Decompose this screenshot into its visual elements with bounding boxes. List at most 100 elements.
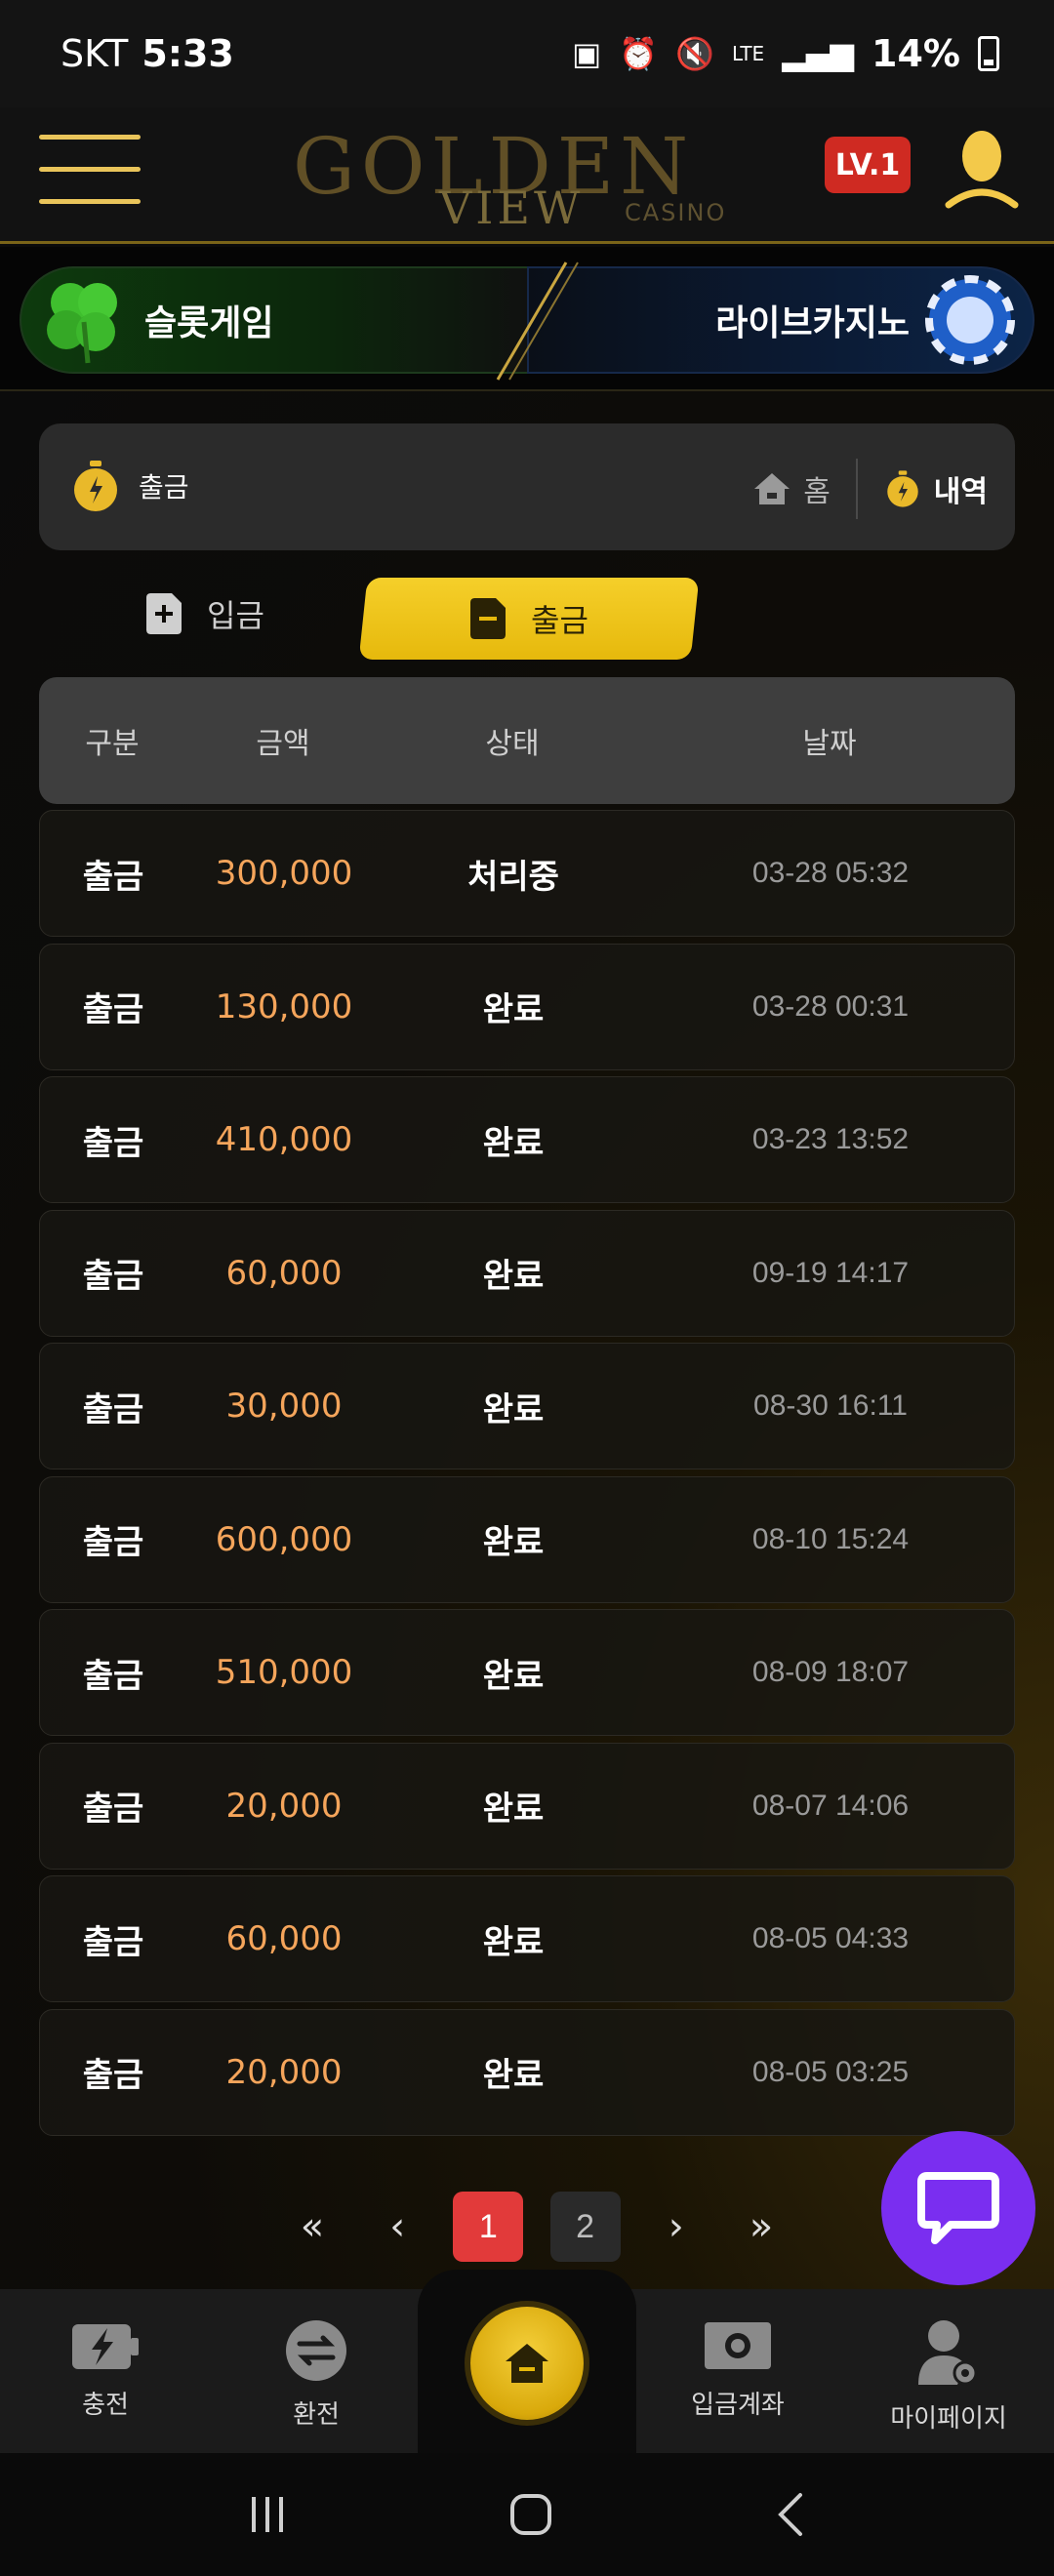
table-row: 출금 60,000 완료 08-05 04:33	[39, 1875, 1015, 2002]
carrier: SKT	[61, 32, 129, 75]
row-amount: 130,000	[215, 986, 353, 1026]
nav-mypage[interactable]: 마이페이지	[871, 2318, 1027, 2435]
header-type: 구분	[85, 727, 140, 761]
game-category-banner: 슬롯게임 라이브카지노	[0, 247, 1054, 391]
sync-icon: ▣	[572, 35, 602, 72]
user-profile-icon[interactable]	[945, 129, 1019, 219]
exchange-arrows-icon	[286, 2320, 346, 2381]
table-row: 출금 300,000 처리중 03-28 05:32	[39, 810, 1015, 937]
menu-icon[interactable]	[39, 135, 141, 205]
table-row: 출금 130,000 완료 03-28 00:31	[39, 943, 1015, 1070]
nav-deposit-account-label: 입금계좌	[691, 2391, 785, 2420]
next-page-button[interactable]: ›	[647, 2192, 706, 2262]
row-date: 09-19 14:17	[751, 1256, 910, 1289]
row-status: 완료	[482, 1922, 545, 1962]
table-row: 출금 600,000 완료 08-10 15:24	[39, 1475, 1015, 1603]
signal-icon: ▂▄▆	[782, 35, 855, 72]
row-status: 완료	[482, 1790, 545, 1829]
header-status: 상태	[485, 727, 540, 761]
header-amount: 금액	[256, 727, 310, 761]
nav-deposit-account[interactable]: 입금계좌	[660, 2318, 816, 2435]
table-row: 출금 510,000 완료 08-09 18:07	[39, 1609, 1015, 1736]
user-settings-icon	[918, 2320, 978, 2386]
page-1-button[interactable]: 1	[453, 2192, 524, 2262]
charge-battery-icon	[72, 2324, 139, 2369]
banner-divider	[496, 262, 579, 381]
breadcrumb-home-link[interactable]: 홈	[803, 467, 831, 510]
row-type: 출금	[82, 1790, 144, 1829]
row-amount: 30,000	[225, 1387, 343, 1426]
row-amount: 300,000	[215, 854, 353, 893]
first-page-button[interactable]: «	[283, 2192, 342, 2262]
row-amount: 20,000	[225, 1786, 343, 1826]
tab-withdraw[interactable]: 출금	[358, 578, 700, 660]
row-amount: 60,000	[225, 1919, 343, 1958]
row-type: 출금	[82, 1389, 144, 1429]
pagination: « ‹ 1 2 › »	[283, 2192, 790, 2262]
page-title: 출금	[139, 471, 189, 503]
header-date: 날짜	[802, 727, 857, 761]
row-type: 출금	[82, 1123, 144, 1163]
row-type: 출금	[82, 2056, 144, 2095]
slot-game-label: 슬롯게임	[144, 303, 274, 343]
row-status: 완료	[482, 1656, 545, 1696]
withdrawal-list: 출금 300,000 처리중 03-28 05:32 출금 130,000 완료…	[39, 810, 1015, 2142]
app-header: GOLDEN VIEW CASINO LV.1	[0, 107, 1054, 244]
home-button[interactable]	[470, 2307, 584, 2420]
mute-icon: 🔇	[675, 35, 714, 72]
breadcrumb-history-link[interactable]: 내역	[934, 467, 988, 510]
row-status: 완료	[482, 1389, 545, 1429]
table-row: 출금 30,000 완료 08-30 16:11	[39, 1343, 1015, 1469]
row-date: 08-05 04:33	[751, 1922, 910, 1954]
prev-page-button[interactable]: ‹	[368, 2192, 426, 2262]
breadcrumb: 출금 홈 내역	[39, 423, 1015, 550]
row-date: 08-10 15:24	[751, 1522, 910, 1555]
minus-document-icon	[469, 598, 506, 639]
row-amount: 600,000	[215, 1519, 353, 1559]
recent-apps-icon[interactable]	[246, 2493, 289, 2536]
nav-mypage-label: 마이페이지	[890, 2404, 1007, 2434]
row-status: 완료	[482, 2056, 545, 2095]
nav-charge[interactable]: 충전	[27, 2318, 183, 2435]
chat-support-button[interactable]	[881, 2131, 1035, 2285]
row-type: 출금	[82, 1656, 144, 1696]
page-2-button[interactable]: 2	[549, 2192, 621, 2262]
table-row: 출금 60,000 완료 09-19 14:17	[39, 1209, 1015, 1337]
table-row: 출금 20,000 완료 08-07 14:06	[39, 1742, 1015, 1870]
row-amount: 60,000	[225, 1253, 343, 1293]
row-status: 완료	[482, 990, 545, 1029]
row-amount: 510,000	[215, 1653, 353, 1692]
tab-deposit[interactable]: 입금	[146, 591, 264, 636]
cash-icon	[705, 2322, 771, 2369]
row-date: 03-23 13:52	[751, 1123, 910, 1155]
row-type: 출금	[82, 1523, 144, 1562]
system-home-icon[interactable]	[508, 2492, 553, 2537]
row-status: 완료	[482, 1123, 545, 1163]
row-type: 출금	[82, 990, 144, 1029]
nav-exchange-label: 환전	[293, 2400, 340, 2430]
last-page-button[interactable]: »	[732, 2192, 790, 2262]
tab-deposit-label: 입금	[207, 597, 264, 634]
logo-sub-text: VIEW	[439, 181, 585, 234]
clock: 5:33	[142, 32, 234, 75]
row-type: 출금	[82, 1922, 144, 1962]
row-date: 08-30 16:11	[753, 1389, 908, 1422]
row-date: 08-05 03:25	[751, 2055, 910, 2088]
row-date: 08-07 14:06	[751, 1789, 910, 1822]
row-date: 08-09 18:07	[751, 1656, 910, 1688]
row-amount: 20,000	[225, 2052, 343, 2092]
table-row: 출금 20,000 완료 08-05 03:25	[39, 2008, 1015, 2136]
home-icon[interactable]	[752, 471, 791, 506]
row-amount: 410,000	[215, 1120, 353, 1159]
table-header: 구분 금액 상태 날짜	[39, 677, 1015, 804]
logo-casino-text: CASINO	[625, 199, 727, 226]
row-type: 출금	[82, 857, 144, 897]
golden-view-logo[interactable]: GOLDEN VIEW CASINO	[293, 121, 761, 234]
back-icon[interactable]	[773, 2491, 808, 2538]
level-badge[interactable]: LV.1	[825, 137, 911, 193]
chat-bubble-icon	[917, 2172, 999, 2244]
live-casino-label: 라이브카지노	[715, 303, 910, 343]
live-casino-button[interactable]: 라이브카지노	[527, 266, 1034, 374]
battery-icon	[978, 36, 999, 71]
nav-exchange[interactable]: 환전	[238, 2318, 394, 2435]
